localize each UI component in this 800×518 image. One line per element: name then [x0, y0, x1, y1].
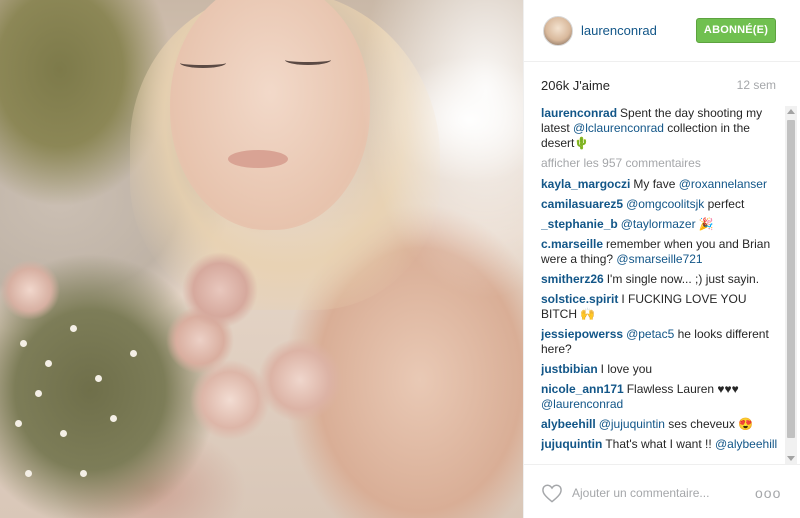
post-header: laurenconrad ABONNÉ(E): [524, 0, 800, 62]
comment-username[interactable]: nicole_ann171: [541, 382, 624, 396]
scroll-up-arrow-icon[interactable]: [787, 109, 795, 114]
comment-row: smitherz26 I'm single now... ;) just sayi…: [541, 272, 784, 287]
photo-eye-left: [180, 58, 226, 68]
comment-username[interactable]: smitherz26: [541, 272, 604, 286]
comment-row: c.marseille remember when you and Brian w…: [541, 237, 784, 267]
comment-mention[interactable]: @smarseille721: [616, 252, 702, 266]
comment-mention[interactable]: @jujuquintin: [599, 417, 665, 431]
comment-text: I'm single now... ;) just sayin.: [606, 272, 760, 286]
comment-username[interactable]: c.marseille: [541, 237, 603, 251]
follow-button[interactable]: ABONNÉ(E): [696, 18, 776, 43]
scrollbar-thumb[interactable]: [787, 120, 795, 438]
comments-scrollbar[interactable]: [785, 106, 797, 464]
comment-mention[interactable]: @petac5: [626, 327, 674, 341]
header-username[interactable]: laurenconrad: [581, 23, 657, 38]
comment-row: _stephanie_b @taylormazer 🎉: [541, 217, 784, 232]
avatar[interactable]: [543, 16, 573, 46]
photo-bouquet: [0, 230, 360, 518]
comment-username[interactable]: jessiepowerss: [541, 327, 623, 341]
comment-username[interactable]: camilasuarez5: [541, 197, 623, 211]
comment-text-tail: ses cheveux 😍: [664, 417, 754, 431]
comment-text: My fave: [633, 177, 679, 191]
show-more-comments-link[interactable]: afficher les 957 commentaires: [541, 156, 784, 171]
comment-row: jujuquintin That's what I want !! @alybee…: [541, 437, 784, 452]
comment-username[interactable]: jujuquintin: [541, 437, 602, 451]
comment-mention[interactable]: @roxannelanser: [679, 177, 767, 191]
post-photo: [0, 0, 523, 518]
comment-text: That's what I want !!: [605, 437, 715, 451]
photo-lips: [228, 150, 288, 168]
more-options-icon[interactable]: ooo: [755, 485, 781, 501]
comment-row: solstice.spirit I FUCKING LOVE YOU BITCH …: [541, 292, 784, 322]
heart-icon[interactable]: [541, 483, 563, 503]
comment-mention[interactable]: @alybeehill: [715, 437, 777, 451]
post-stats: 206k J'aime 12 sem: [541, 78, 781, 96]
post-detail-panel: laurenconrad ABONNÉ(E) 206k J'aime 12 se…: [523, 0, 800, 518]
comment-username[interactable]: _stephanie_b: [541, 217, 618, 231]
comment-username[interactable]: kayla_margoczi: [541, 177, 630, 191]
photo-light-flare: [360, 0, 523, 300]
caption-mention[interactable]: @lclaurenconrad: [573, 121, 664, 135]
comment-mention[interactable]: @taylormazer: [621, 217, 696, 231]
comment-text-tail: 🎉: [695, 217, 714, 231]
comment-text: Flawless Lauren ♥♥♥: [626, 382, 739, 396]
scroll-down-arrow-icon[interactable]: [787, 456, 795, 461]
comment-row: alybeehill @jujuquintin ses cheveux 😍: [541, 417, 784, 432]
comment-text-tail: perfect: [704, 197, 745, 211]
comment-row: justbibian I love you: [541, 362, 784, 377]
caption-emoji: 🌵: [574, 136, 590, 150]
comment-row: jessiepowerss @petac5 he looks different …: [541, 327, 784, 357]
caption-username[interactable]: laurenconrad: [541, 106, 617, 120]
comment-row: nicole_ann171 Flawless Lauren ♥♥♥ @lauren…: [541, 382, 784, 412]
comment-username[interactable]: alybeehill: [541, 417, 596, 431]
comment-input[interactable]: [572, 483, 742, 503]
comment-row: camilasuarez5 @omgcoolitsjk perfect: [541, 197, 784, 212]
comments-list[interactable]: laurenconrad Spent the day shooting my la…: [541, 106, 784, 464]
likes-count[interactable]: 206k J'aime: [541, 78, 610, 93]
comment-text: I love you: [600, 362, 653, 376]
comment-mention[interactable]: @laurenconrad: [541, 397, 623, 411]
caption: laurenconrad Spent the day shooting my la…: [541, 106, 784, 151]
post-footer: ooo: [524, 464, 800, 518]
photo-face: [170, 0, 370, 230]
comment-username[interactable]: solstice.spirit: [541, 292, 618, 306]
photo-eye-right: [285, 55, 331, 65]
comment-row: kayla_margoczi My fave @roxannelanser: [541, 177, 784, 192]
comment-mention[interactable]: @omgcoolitsjk: [626, 197, 704, 211]
comment-username[interactable]: justbibian: [541, 362, 598, 376]
post-time[interactable]: 12 sem: [737, 78, 776, 92]
